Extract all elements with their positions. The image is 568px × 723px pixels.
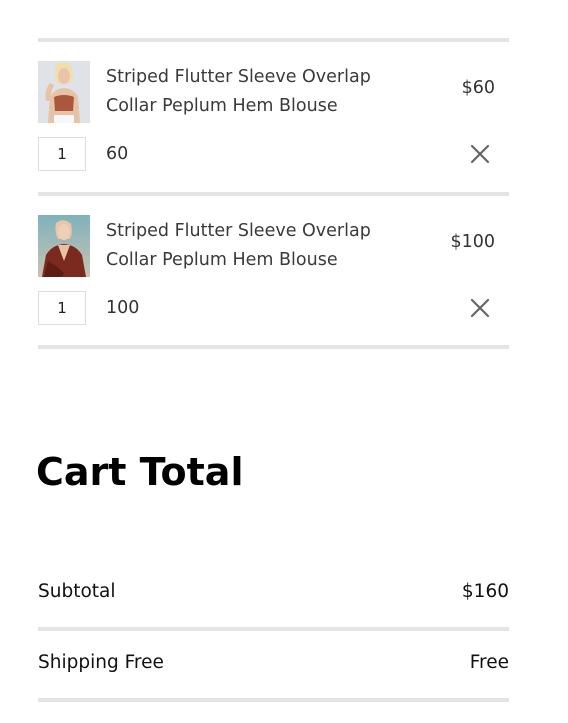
subtotal-row: Subtotal $160 bbox=[38, 579, 509, 609]
product-image[interactable] bbox=[38, 61, 90, 123]
cart-item: Striped Flutter Sleeve Overlap Collar Pe… bbox=[38, 215, 509, 365]
cart-divider bbox=[38, 38, 509, 42]
cart-total-heading: Cart Total bbox=[36, 450, 244, 494]
item-subtotal: 100 bbox=[106, 298, 140, 318]
subtotal-value: $160 bbox=[461, 581, 509, 602]
product-name[interactable]: Striped Flutter Sleeve Overlap Collar Pe… bbox=[106, 217, 426, 275]
shipping-label: Shipping Free bbox=[38, 652, 164, 673]
subtotal-label: Subtotal bbox=[38, 581, 116, 602]
close-icon bbox=[470, 144, 490, 164]
cart-item: Striped Flutter Sleeve Overlap Collar Pe… bbox=[38, 61, 509, 211]
product-name-line-1: Striped Flutter Sleeve Overlap bbox=[106, 221, 371, 241]
product-name-line-2: Collar Peplum Hem Blouse bbox=[106, 96, 338, 116]
product-name-line-1: Striped Flutter Sleeve Overlap bbox=[106, 67, 371, 87]
totals-divider bbox=[38, 627, 509, 631]
shipping-value: Free bbox=[469, 652, 509, 673]
item-subtotal: 60 bbox=[106, 144, 129, 164]
shipping-row: Shipping Free Free bbox=[38, 650, 509, 680]
cart-divider bbox=[38, 192, 509, 196]
product-price: $60 bbox=[461, 78, 495, 98]
product-price: $100 bbox=[450, 232, 495, 252]
totals-divider bbox=[38, 698, 509, 702]
close-icon bbox=[470, 298, 490, 318]
product-image[interactable] bbox=[38, 215, 90, 277]
cart-divider bbox=[38, 345, 509, 349]
remove-item-button[interactable] bbox=[469, 297, 491, 319]
remove-item-button[interactable] bbox=[469, 143, 491, 165]
quantity-input[interactable] bbox=[38, 291, 86, 325]
quantity-input[interactable] bbox=[38, 137, 86, 171]
product-name[interactable]: Striped Flutter Sleeve Overlap Collar Pe… bbox=[106, 63, 426, 121]
product-name-line-2: Collar Peplum Hem Blouse bbox=[106, 250, 338, 270]
